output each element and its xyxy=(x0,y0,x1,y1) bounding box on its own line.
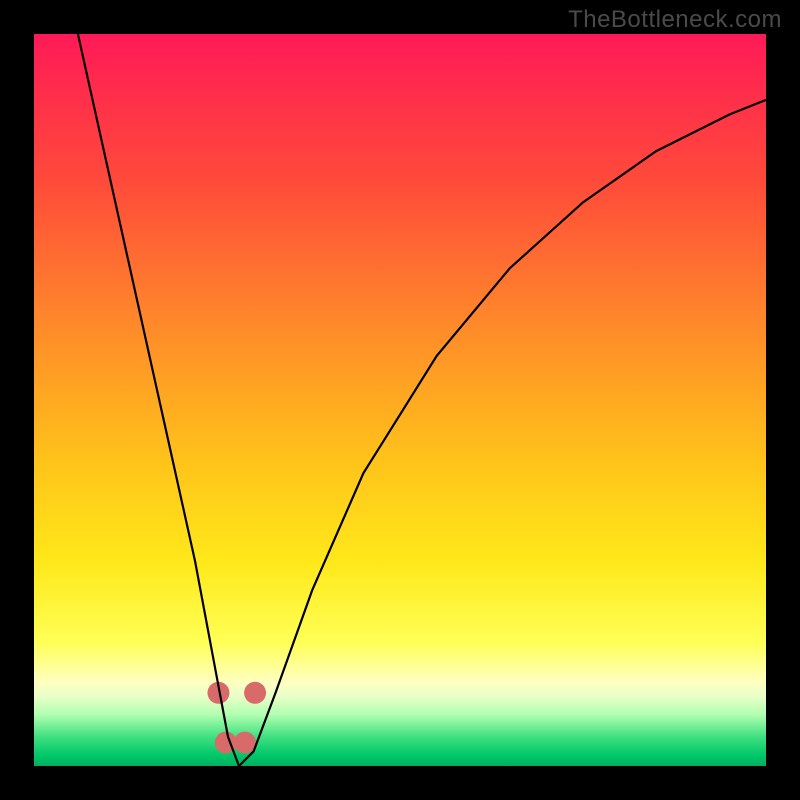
chart-container: TheBottleneck.com xyxy=(0,0,800,800)
plot-background-gradient xyxy=(34,34,766,766)
optimal-marker xyxy=(234,732,256,754)
bottleneck-chart xyxy=(0,0,800,800)
watermark-text: TheBottleneck.com xyxy=(568,6,782,34)
optimal-marker xyxy=(244,682,266,704)
